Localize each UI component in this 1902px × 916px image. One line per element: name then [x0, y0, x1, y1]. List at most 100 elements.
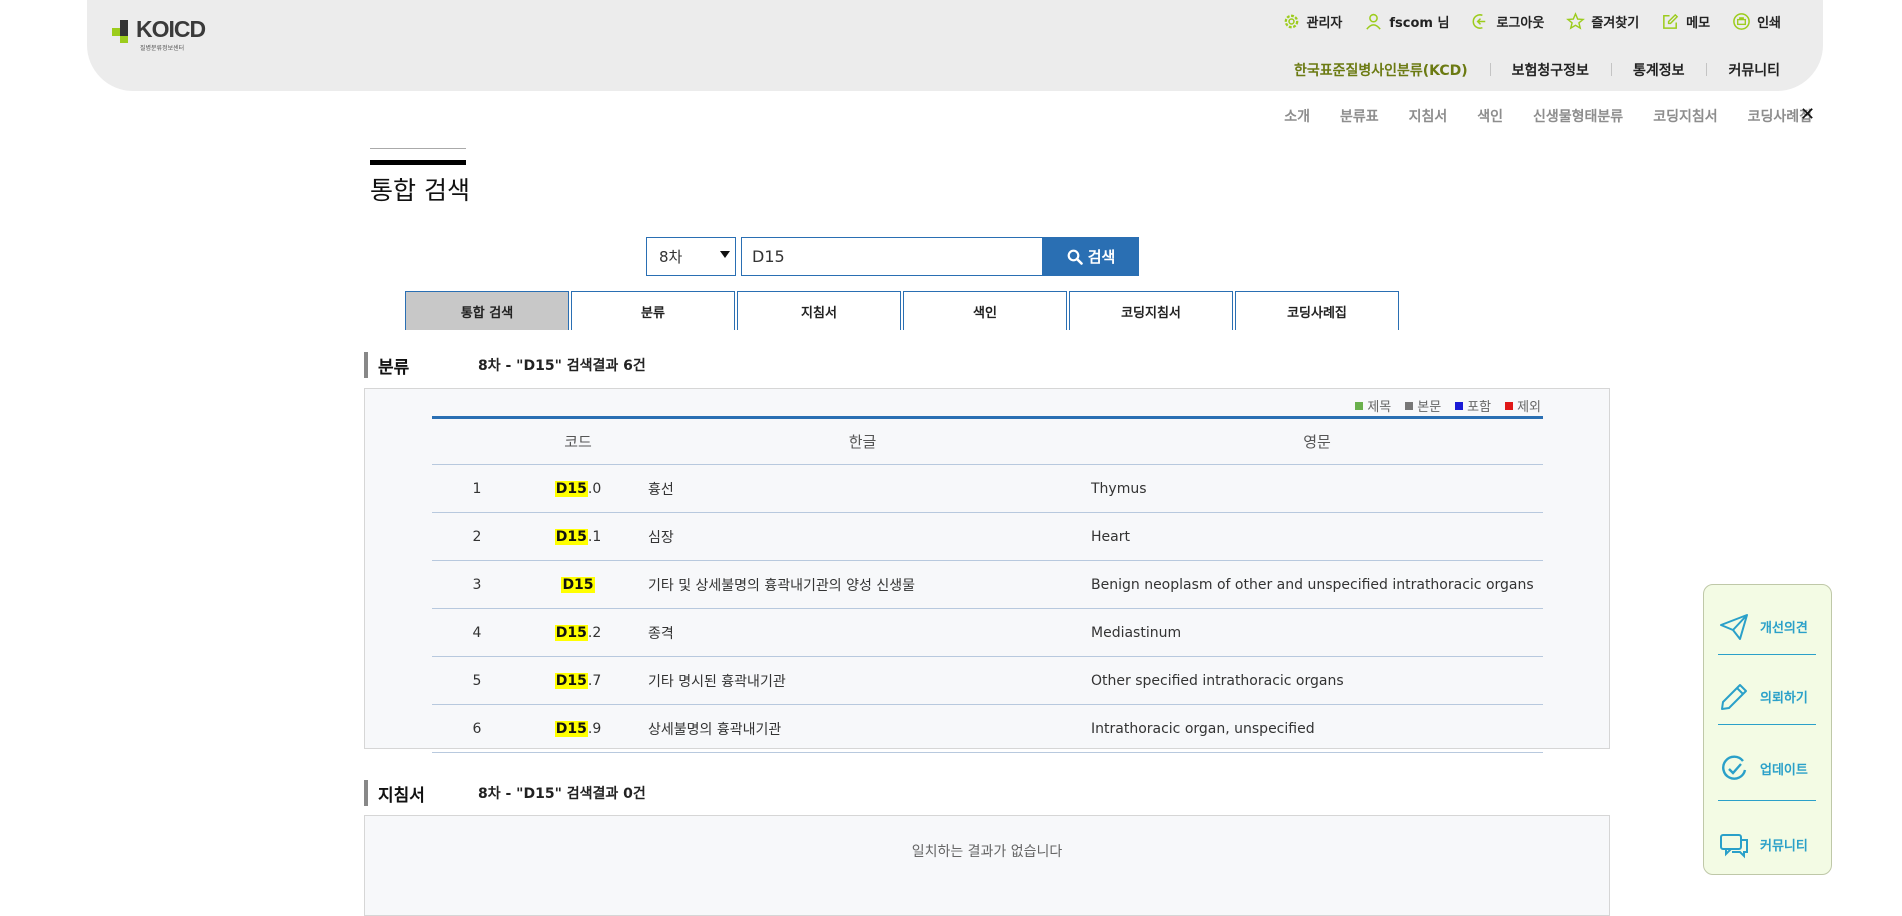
subnav-classification-table[interactable]: 분류표 — [1340, 106, 1379, 126]
subnav-coding-guideline[interactable]: 코딩지침서 — [1653, 106, 1717, 126]
guideline-section-header: 지침서 8차 - "D15" 검색결과 0건 — [364, 780, 646, 806]
row-korean-name: 기타 명시된 흉곽내기관 — [634, 656, 1091, 705]
row-code[interactable]: D15.7 — [522, 656, 634, 705]
code-suffix: .9 — [587, 720, 602, 737]
star-icon — [1566, 12, 1586, 30]
classification-section-header: 분류 8차 - "D15" 검색결과 6건 — [364, 352, 646, 378]
logo-mark-icon — [112, 20, 128, 43]
row-code[interactable]: D15.9 — [522, 704, 634, 753]
row-english-name: Intrathoracic organ, unspecified — [1091, 704, 1543, 753]
classification-results-table: 코드 한글 영문 1 D15.0 흉선 Thymus 2 D15.1 심장 He… — [432, 416, 1543, 753]
tab-coding-cases[interactable]: 코딩사례집 — [1235, 291, 1399, 330]
quick-update-button[interactable]: 업데이트 — [1718, 741, 1816, 796]
column-header-code: 코드 — [522, 417, 634, 465]
nav-community[interactable]: 커뮤니티 — [1706, 60, 1780, 80]
row-korean-name: 상세불명의 흉곽내기관 — [634, 704, 1091, 753]
column-header-english: 영문 — [1091, 417, 1543, 465]
site-header: KOICD 질병분류정보센터 관리자 fscom 님 로그아웃 즐겨찾기 메모 … — [87, 0, 1823, 91]
row-number: 1 — [432, 464, 522, 513]
table-row[interactable]: 6 D15.9 상세불명의 흉곽내기관 Intrathoracic organ,… — [432, 704, 1543, 753]
quick-divider — [1718, 800, 1816, 801]
util-logout-label: 로그아웃 — [1496, 16, 1545, 31]
legend-swatch-title — [1355, 401, 1364, 410]
nav-kcd[interactable]: 한국표준질병사인분류(KCD) — [1272, 60, 1490, 80]
util-admin[interactable]: 관리자 — [1282, 12, 1342, 31]
quick-feedback-button[interactable]: 개선의견 — [1718, 599, 1816, 654]
table-row[interactable]: 5 D15.7 기타 명시된 흉곽내기관 Other specified int… — [432, 656, 1543, 705]
row-code[interactable]: D15.1 — [522, 512, 634, 561]
search-button[interactable]: 검색 — [1043, 237, 1139, 276]
util-memo[interactable]: 메모 — [1661, 12, 1710, 31]
search-input[interactable]: D15 — [741, 237, 1043, 276]
subnav-neoplasm-morphology[interactable]: 신생물형태분류 — [1533, 106, 1623, 126]
util-print[interactable]: 인쇄 — [1732, 12, 1781, 31]
close-icon[interactable]: ✕ — [1800, 104, 1815, 125]
row-number: 3 — [432, 560, 522, 609]
row-number: 4 — [432, 608, 522, 657]
legend-item: 본문 — [1405, 396, 1441, 415]
title-rule — [370, 148, 466, 149]
legend-item: 제외 — [1505, 396, 1541, 415]
quick-request-button[interactable]: 의뢰하기 — [1718, 669, 1816, 724]
legend-label: 제외 — [1517, 400, 1541, 415]
code-highlight: D15 — [554, 624, 588, 641]
tab-coding-guideline[interactable]: 코딩지침서 — [1069, 291, 1233, 330]
page-title: 통합 검색 — [370, 176, 470, 205]
code-highlight: D15 — [554, 720, 588, 737]
tab-index[interactable]: 색인 — [903, 291, 1067, 330]
row-korean-name: 흉선 — [634, 464, 1091, 513]
row-number: 2 — [432, 512, 522, 561]
logo-wordmark: KOICD — [136, 16, 206, 42]
logo-subtitle: 질병분류정보센터 — [140, 45, 185, 52]
subnav-guideline[interactable]: 지침서 — [1409, 106, 1448, 126]
tab-integrated[interactable]: 통합 검색 — [405, 291, 569, 330]
util-print-label: 인쇄 — [1757, 16, 1781, 31]
code-highlight: D15 — [561, 576, 595, 593]
logout-icon — [1473, 14, 1486, 29]
util-memo-label: 메모 — [1686, 16, 1711, 31]
row-english-name: Benign neoplasm of other and unspecified… — [1091, 560, 1543, 609]
legend-label: 포함 — [1467, 400, 1492, 415]
row-code[interactable]: D15.2 — [522, 608, 634, 657]
nav-insurance[interactable]: 보험청구정보 — [1489, 60, 1611, 80]
row-english-name: Heart — [1091, 512, 1543, 561]
legend-swatch-body — [1405, 401, 1414, 410]
version-select[interactable]: 8차 — [646, 237, 736, 276]
row-code[interactable]: D15 — [522, 560, 634, 609]
subnav-index[interactable]: 색인 — [1477, 106, 1503, 126]
legend: 제목 본문 포함 제외 — [1355, 396, 1541, 415]
row-korean-name: 종격 — [634, 608, 1091, 657]
user-icon — [1366, 13, 1382, 30]
table-row[interactable]: 3 D15 기타 및 상세불명의 흉곽내기관의 양성 신생물 Benign ne… — [432, 560, 1543, 609]
search-icon — [1067, 249, 1083, 265]
util-user[interactable]: fscom 님 — [1364, 12, 1449, 31]
table-row[interactable]: 4 D15.2 종격 Mediastinum — [432, 608, 1543, 657]
quick-community-label: 커뮤니티 — [1760, 839, 1808, 854]
quick-community-button[interactable]: 커뮤니티 — [1718, 817, 1816, 872]
update-icon — [1722, 754, 1747, 780]
nav-statistics[interactable]: 통계정보 — [1610, 60, 1707, 80]
memo-icon — [1663, 13, 1679, 29]
code-suffix: .0 — [587, 480, 602, 497]
site-logo[interactable]: KOICD 질병분류정보센터 — [112, 16, 222, 52]
classification-result-count: 8차 - "D15" 검색결과 6건 — [478, 358, 646, 374]
legend-swatch-include — [1455, 401, 1464, 410]
row-code[interactable]: D15.0 — [522, 464, 634, 513]
code-highlight: D15 — [554, 672, 588, 689]
row-korean-name: 심장 — [634, 512, 1091, 561]
quick-feedback-label: 개선의견 — [1760, 621, 1808, 636]
chevron-down-icon — [720, 251, 730, 258]
table-row[interactable]: 2 D15.1 심장 Heart — [432, 512, 1543, 561]
search-input-value: D15 — [752, 247, 785, 266]
table-row[interactable]: 1 D15.0 흉선 Thymus — [432, 464, 1543, 513]
tab-classification[interactable]: 분류 — [571, 291, 735, 330]
pencil-icon — [1721, 683, 1747, 710]
tab-guideline[interactable]: 지침서 — [737, 291, 901, 330]
util-favorites-label: 즐겨찾기 — [1591, 16, 1640, 31]
util-favorites[interactable]: 즐겨찾기 — [1566, 12, 1639, 31]
legend-item: 포함 — [1455, 396, 1491, 415]
column-header-number — [432, 417, 522, 465]
subnav-intro[interactable]: 소개 — [1284, 106, 1310, 126]
legend-swatch-exclude — [1505, 401, 1514, 410]
util-logout[interactable]: 로그아웃 — [1471, 12, 1544, 31]
